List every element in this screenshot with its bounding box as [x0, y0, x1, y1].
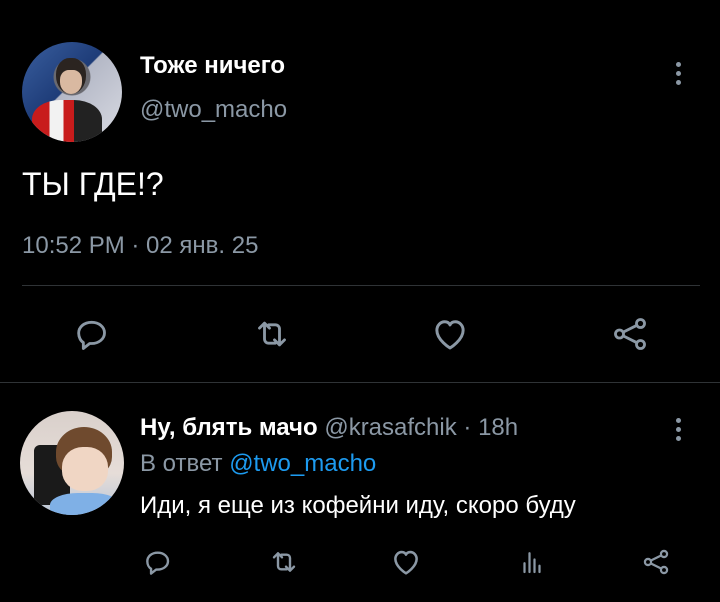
reply-share-icon[interactable]	[638, 544, 674, 580]
retweet-icon[interactable]	[250, 312, 294, 356]
reply-reply-icon[interactable]	[140, 544, 176, 580]
reply-retweet-icon[interactable]	[266, 544, 302, 580]
author-avatar[interactable]	[22, 42, 122, 142]
like-icon[interactable]	[428, 312, 472, 356]
analytics-icon[interactable]	[514, 544, 550, 580]
section-divider	[0, 382, 720, 383]
in-reply-to: В ответ @two_macho	[140, 450, 376, 478]
reply-author-avatar[interactable]	[20, 411, 124, 515]
reply-icon[interactable]	[70, 312, 114, 356]
reply-header: Ну, блять мачо @krasafchik · 18h	[140, 414, 518, 442]
reply-display-name[interactable]: Ну, блять мачо	[140, 414, 318, 441]
author-display-name[interactable]: Тоже ничего	[140, 52, 285, 80]
tweet-text: ТЫ ГДЕ!?	[22, 166, 164, 202]
share-icon[interactable]	[608, 312, 652, 356]
reply-text: Иди, я еще из кофейни иду, скоро буду	[140, 492, 576, 519]
reply-like-icon[interactable]	[388, 544, 424, 580]
tweet-timestamp[interactable]: 10:52 PM · 02 янв. 25	[22, 232, 258, 260]
reply-handle[interactable]: @krasafchik	[324, 414, 456, 441]
author-handle[interactable]: @two_macho	[140, 96, 287, 124]
in-reply-prefix: В ответ	[140, 450, 223, 477]
divider	[22, 285, 700, 286]
reply-time[interactable]: 18h	[478, 414, 518, 441]
reply-more-options-icon[interactable]	[676, 418, 682, 445]
more-options-icon[interactable]	[676, 62, 682, 89]
separator: ·	[463, 414, 472, 441]
in-reply-handle-link[interactable]: @two_macho	[229, 450, 376, 477]
